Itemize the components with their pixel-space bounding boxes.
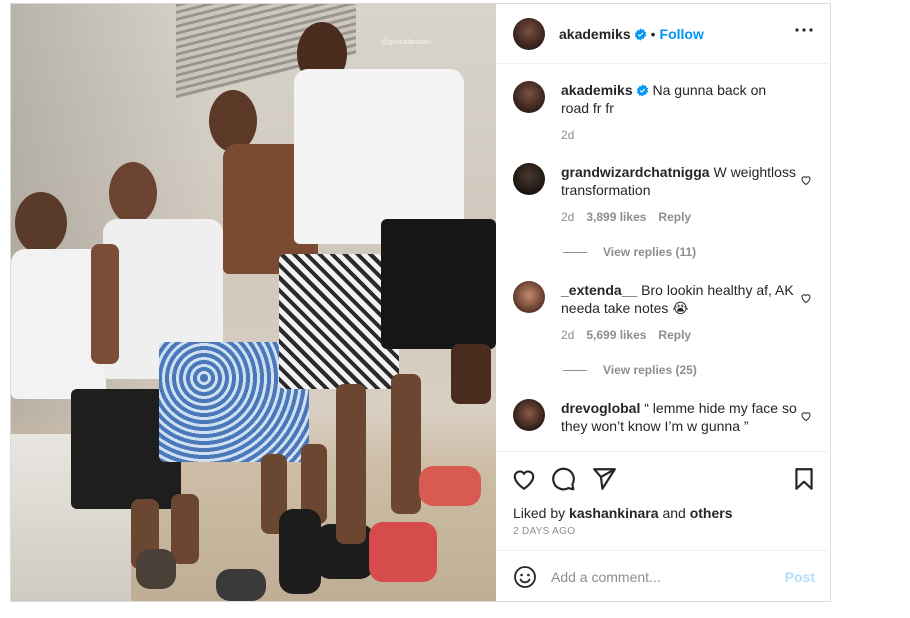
commenter-avatar[interactable] xyxy=(513,281,545,313)
reply-button[interactable]: Reply xyxy=(658,210,691,224)
like-comment-heart-icon[interactable] xyxy=(800,410,812,422)
follow-button[interactable]: Follow xyxy=(660,26,704,42)
liked-by-others[interactable]: others xyxy=(690,505,733,521)
post-details-panel: akademiks • Follow akademiks Na gunna back… xyxy=(497,4,831,601)
comment-bubble-icon[interactable] xyxy=(550,466,576,492)
caption-username[interactable]: akademiks xyxy=(561,82,633,98)
header-separator: • xyxy=(650,26,656,42)
comment-likes[interactable]: 5,699 likes xyxy=(586,328,646,342)
verified-badge-icon xyxy=(634,28,646,41)
comment-age: 2d xyxy=(561,210,575,224)
reply-button[interactable]: Reply xyxy=(658,328,691,342)
liked-by-and: and xyxy=(662,505,686,521)
like-comment-heart-icon[interactable] xyxy=(800,292,812,304)
view-replies-button[interactable]: View replies (25) xyxy=(563,363,697,377)
replies-divider xyxy=(563,252,587,254)
view-replies-label: View replies (25) xyxy=(603,363,697,377)
comment-input[interactable] xyxy=(551,563,771,591)
post-photo[interactable]: @gunnafandom xyxy=(11,4,496,601)
verified-badge-icon xyxy=(636,84,648,97)
post-date[interactable]: 2 DAYS AGO xyxy=(513,526,575,537)
comment-likes[interactable]: 3,899 likes xyxy=(586,210,646,224)
add-comment-bar: Post xyxy=(497,550,831,601)
caption-age: 2d xyxy=(561,128,575,142)
commenter-username[interactable]: drevoglobal xyxy=(561,400,640,416)
comment-age: 2d xyxy=(561,328,575,342)
author-avatar[interactable] xyxy=(513,18,545,50)
share-paper-plane-icon[interactable] xyxy=(591,466,617,492)
emoji-icon[interactable] xyxy=(513,565,537,589)
comments-list[interactable]: akademiks Na gunna back on road fr fr 2d… xyxy=(497,65,831,451)
post-comment-button[interactable]: Post xyxy=(785,569,815,585)
author-line: akademiks • Follow xyxy=(559,26,704,44)
commenter-username[interactable]: _extenda__ xyxy=(561,282,637,298)
like-heart-icon[interactable] xyxy=(511,466,537,492)
commenter-avatar[interactable] xyxy=(513,399,545,431)
save-bookmark-icon[interactable] xyxy=(791,466,817,492)
liked-by: Liked by kashankinara and others xyxy=(513,505,732,521)
like-comment-heart-icon[interactable] xyxy=(800,174,812,186)
liked-by-prefix: Liked by xyxy=(513,505,566,521)
more-options-icon[interactable] xyxy=(795,28,813,32)
view-replies-button[interactable]: View replies (11) xyxy=(563,245,696,259)
commenter-username[interactable]: grandwizardchatnigga xyxy=(561,164,710,180)
replies-divider xyxy=(563,370,587,372)
photo-watermark: @gunnafandom xyxy=(381,39,431,46)
commenter-avatar[interactable] xyxy=(513,163,545,195)
view-replies-label: View replies (11) xyxy=(603,245,697,259)
post-header: akademiks • Follow xyxy=(497,4,831,64)
caption-author-avatar[interactable] xyxy=(513,81,545,113)
liked-by-user[interactable]: kashankinara xyxy=(569,505,659,521)
instagram-post: @gunnafandom akademiks • Follow akademik… xyxy=(10,3,831,602)
author-username[interactable]: akademiks xyxy=(559,26,631,42)
post-actions: Liked by kashankinara and others 2 DAYS … xyxy=(497,451,831,551)
